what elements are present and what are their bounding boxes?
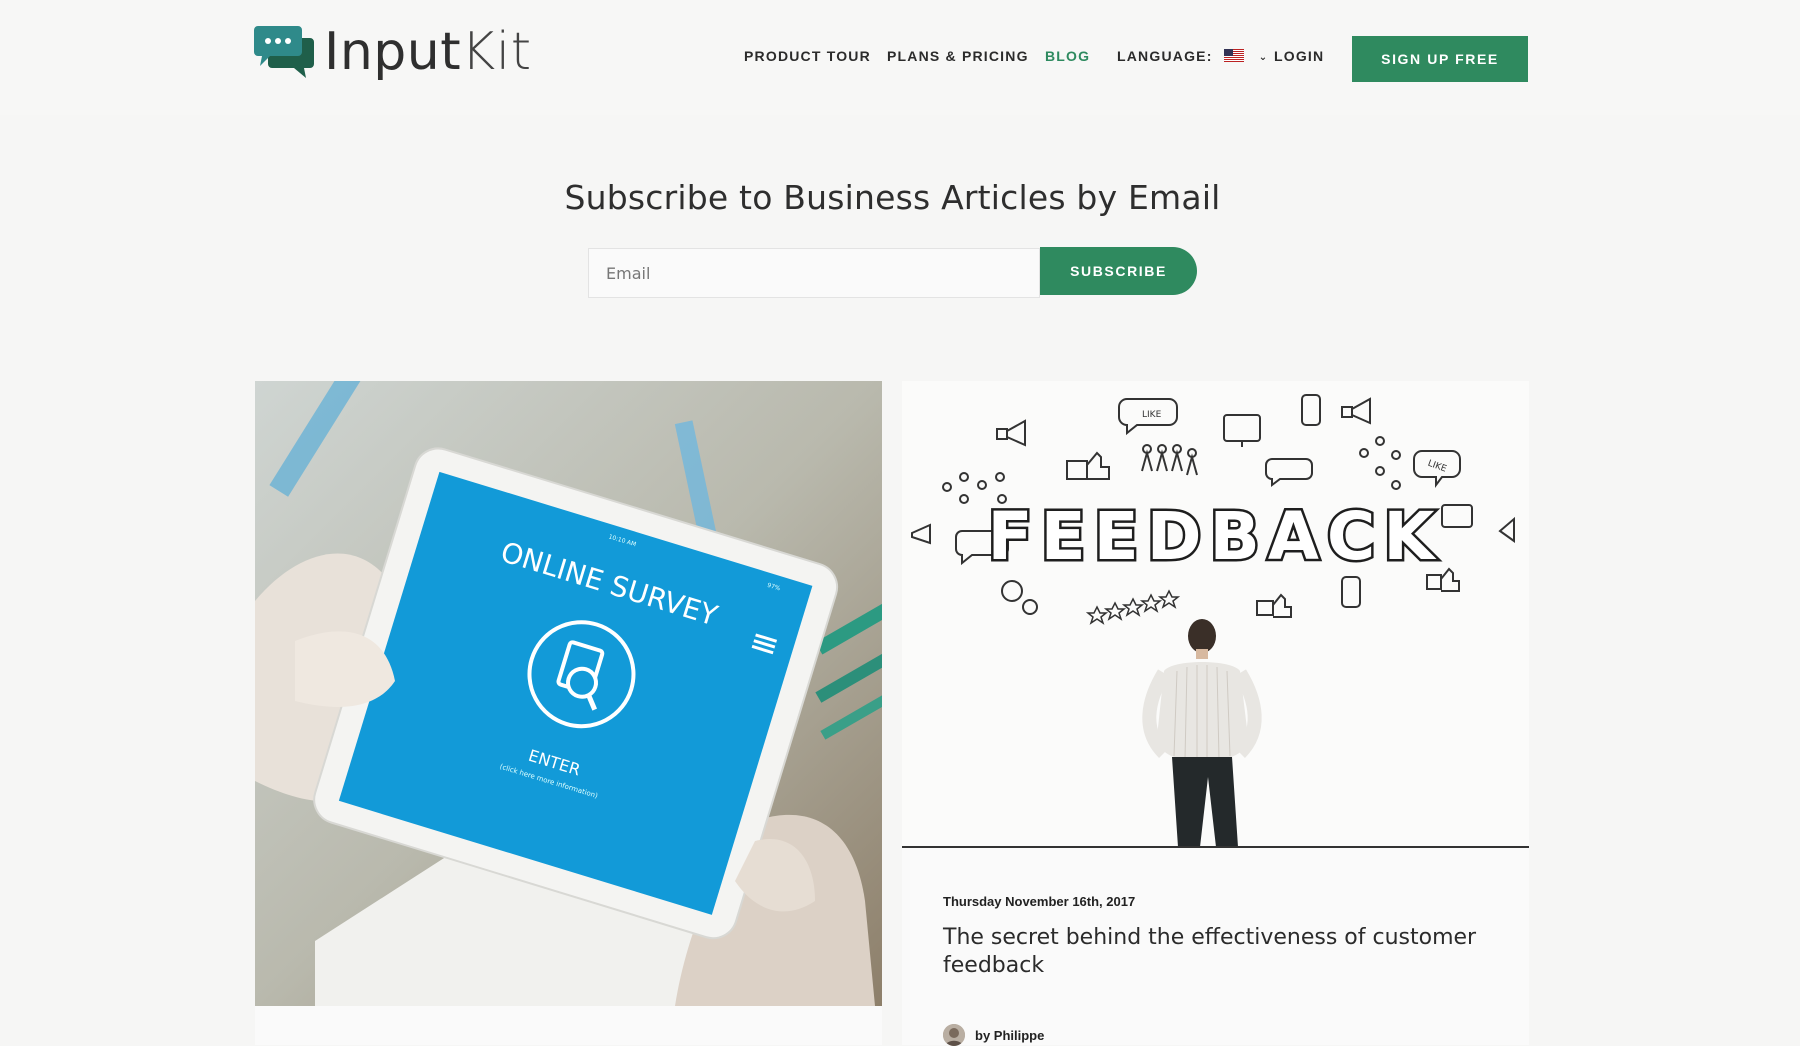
language-label: LANGUAGE: [1117,48,1213,64]
blog-card-survey[interactable]: ONLINE SURVEY ENTER (click here more inf… [255,357,904,1045]
blog-card-feedback[interactable]: LIKE LIKE FEEDBACK Thursday November 16t… [902,381,1529,1046]
logo[interactable]: InputKit [254,22,532,82]
nav-login[interactable]: LOGIN [1274,48,1324,64]
sign-up-free-button[interactable]: SIGN UP FREE [1352,36,1528,82]
logo-word-kit: Kit [461,22,532,82]
post-title[interactable]: The secret behind the effectiveness of c… [943,924,1483,980]
author-avatar [943,1024,965,1046]
nav-plans-pricing[interactable]: PLANS & PRICING [887,48,1029,64]
post-author[interactable]: by Philippe [943,1024,1044,1046]
author-name: by Philippe [975,1027,1045,1043]
chat-bubbles-icon [254,24,316,80]
logo-wordmark: InputKit [324,22,532,82]
subscribe-button[interactable]: SUBSCRIBE [1040,247,1197,295]
online-survey-image[interactable]: ONLINE SURVEY ENTER (click here more inf… [255,357,904,1006]
us-flag-icon [1223,49,1244,62]
nav-product-tour[interactable]: PRODUCT TOUR [744,48,871,64]
feedback-image[interactable]: LIKE LIKE FEEDBACK [902,381,1529,849]
email-input[interactable] [588,248,1040,298]
nav-blog[interactable]: BLOG [1045,48,1090,64]
like-bubble-1: LIKE [1142,410,1162,420]
feedback-headline: FEEDBACK [987,498,1442,575]
chevron-down-icon: ⌄ [1258,52,1269,63]
logo-word-input: Input [324,22,462,82]
site-header: InputKit PRODUCT TOUR PLANS & PRICING BL… [0,0,1800,115]
post-date: Thursday November 16th, 2017 [943,894,1136,909]
language-selector[interactable]: LANGUAGE: ⌄ [1117,48,1268,64]
subscribe-heading: Subscribe to Business Articles by Email [564,178,1221,217]
